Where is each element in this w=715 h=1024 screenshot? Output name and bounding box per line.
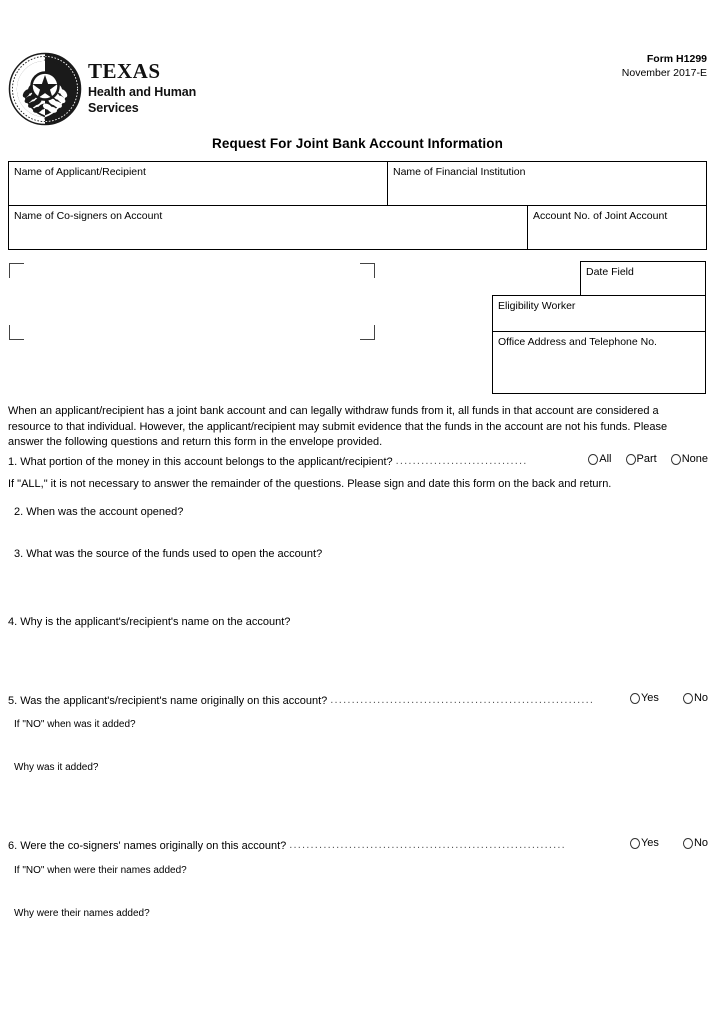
question-1-option-all[interactable]: All (588, 452, 612, 467)
radio-icon[interactable] (682, 838, 693, 849)
question-3: 3. What was the source of the funds used… (14, 548, 323, 560)
radio-icon[interactable] (629, 693, 640, 704)
table-row: Name of Applicant/Recipient Name of Fina… (8, 161, 708, 206)
field-name-of-financial-institution[interactable]: Name of Financial Institution (386, 161, 708, 206)
table-row: Name of Co-signers on Account Account No… (8, 205, 708, 250)
agency-logo: TEXAS Health and Human Services (8, 52, 196, 126)
question-1-option-none[interactable]: None (670, 452, 708, 467)
form-page: TEXAS Health and Human Services Form H12… (0, 0, 715, 1024)
question-1-leader: ............................... (395, 455, 528, 467)
address-window-corner-bottom-right (360, 325, 375, 340)
question-6-leader: ........................................… (289, 839, 566, 851)
field-eligibility-worker[interactable]: Eligibility Worker (492, 295, 706, 332)
option-label: Yes (640, 837, 659, 849)
question-5-option-yes[interactable]: Yes (629, 691, 659, 706)
field-name-of-cosigners[interactable]: Name of Co-signers on Account (8, 205, 528, 250)
question-1-options: All Part None (574, 452, 708, 467)
option-label: Part (636, 453, 657, 465)
question-4: 4. Why is the applicant's/recipient's na… (8, 616, 291, 628)
page-title: Request For Joint Bank Account Informati… (212, 136, 503, 151)
address-window-corner-bottom-left (9, 325, 24, 340)
question-1: 1. What portion of the money in this acc… (8, 452, 708, 470)
field-account-number[interactable]: Account No. of Joint Account (526, 205, 708, 250)
question-6-option-no[interactable]: No (682, 836, 708, 851)
question-6-option-yes[interactable]: Yes (629, 836, 659, 851)
option-label: No (693, 692, 708, 704)
question-6-sub-1: If "NO" when were their names added? (14, 865, 187, 876)
question-5-options: Yes No (616, 691, 708, 706)
field-office-address-telephone[interactable]: Office Address and Telephone No. (492, 331, 706, 394)
question-5-option-no[interactable]: No (682, 691, 708, 706)
question-6-sub-2: Why were their names added? (14, 908, 150, 919)
intro-paragraph: When an applicant/recipient has a joint … (8, 405, 668, 448)
radio-icon[interactable] (682, 693, 693, 704)
address-window-corner-top-left (9, 263, 24, 278)
field-date[interactable]: Date Field (580, 261, 706, 296)
logo-agency-line1: Health and Human (88, 85, 197, 100)
logo-agency-line2: Services (88, 101, 139, 115)
form-revision-date: November 2017-E (621, 67, 707, 80)
option-label: No (693, 837, 708, 849)
texas-state-seal-icon (8, 52, 82, 126)
question-5-sub-2: Why was it added? (14, 762, 99, 773)
form-meta: Form H1299 November 2017-E (622, 52, 707, 80)
radio-icon[interactable] (670, 454, 681, 465)
question-6-options: Yes No (616, 836, 708, 851)
radio-icon[interactable] (588, 454, 599, 465)
question-6-text: 6. Were the co-signers' names originally… (8, 840, 287, 852)
logo-state-name: TEXAS (88, 59, 161, 84)
question-5-leader: ........................................… (330, 694, 595, 706)
question-2: 2. When was the account opened? (14, 506, 184, 518)
question-1-text: 1. What portion of the money in this acc… (8, 456, 393, 468)
option-label: None (681, 453, 708, 465)
question-5-text: 5. Was the applicant's/recipient's name … (8, 695, 328, 707)
option-label: Yes (640, 692, 659, 704)
form-number: Form H1299 (646, 53, 707, 65)
question-1-option-part[interactable]: Part (625, 452, 657, 467)
question-5: 5. Was the applicant's/recipient's name … (8, 691, 708, 709)
radio-icon[interactable] (629, 838, 640, 849)
radio-icon[interactable] (625, 454, 636, 465)
note-after-question-1: If "ALL," it is not necessary to answer … (8, 478, 612, 490)
address-window-corner-top-right (360, 263, 375, 278)
applicant-info-table: Name of Applicant/Recipient Name of Fina… (8, 161, 708, 250)
option-label: All (599, 453, 612, 465)
question-6: 6. Were the co-signers' names originally… (8, 836, 708, 854)
field-name-of-applicant[interactable]: Name of Applicant/Recipient (8, 161, 388, 206)
question-5-sub-1: If "NO" when was it added? (14, 719, 136, 730)
